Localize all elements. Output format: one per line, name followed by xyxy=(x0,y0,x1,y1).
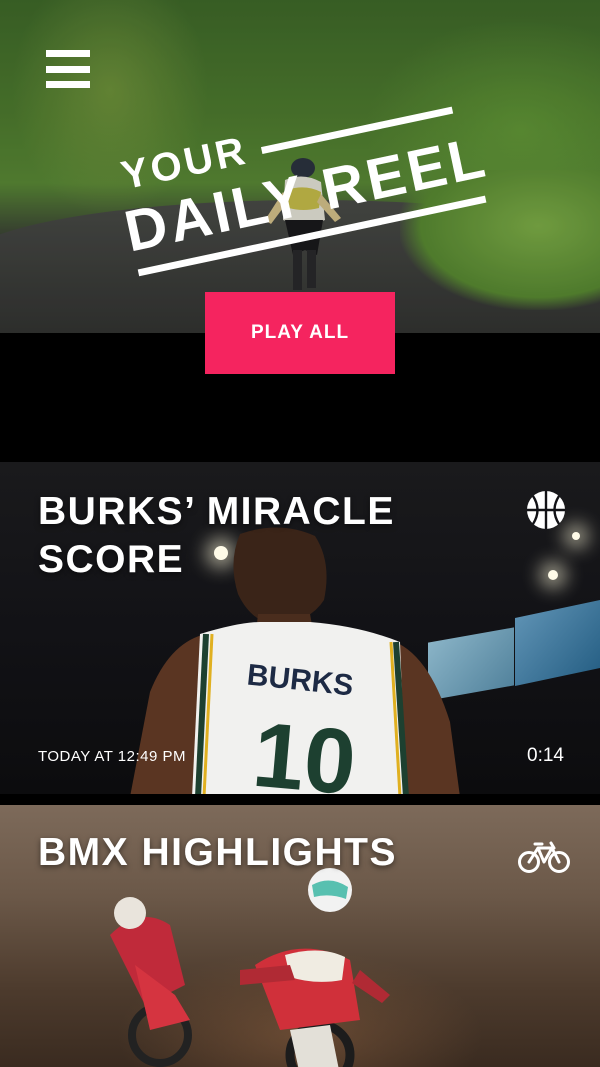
arena-light xyxy=(572,532,580,540)
hamburger-menu-icon xyxy=(46,50,90,57)
arena-screen xyxy=(515,599,600,687)
hero-banner: YOUR DAILY REEL xyxy=(0,0,600,333)
play-all-button[interactable]: PLAY ALL xyxy=(205,292,395,374)
basketball-icon xyxy=(527,491,565,529)
reel-timestamp: TODAY AT 12:49 PM xyxy=(38,748,187,765)
reel-title: BURKS’ MIRACLE SCORE xyxy=(38,490,395,581)
bicycle-icon xyxy=(518,841,570,873)
motocross-riders-image xyxy=(110,868,390,1067)
reel-card-burks[interactable]: BURKS 10 BURKS’ MIRACLE SCORE TODAY AT 1… xyxy=(0,462,600,794)
jersey-number: 10 xyxy=(249,704,360,794)
hamburger-menu-icon-bar xyxy=(46,81,90,88)
menu-button[interactable] xyxy=(46,50,90,88)
arena-light xyxy=(548,570,558,580)
hamburger-menu-icon-bar xyxy=(46,65,90,73)
reel-duration: 0:14 xyxy=(527,745,564,766)
reel-title: BMX HIGHLIGHTS xyxy=(38,831,397,874)
reel-card-bmx[interactable]: BMX HIGHLIGHTS xyxy=(0,805,600,1067)
